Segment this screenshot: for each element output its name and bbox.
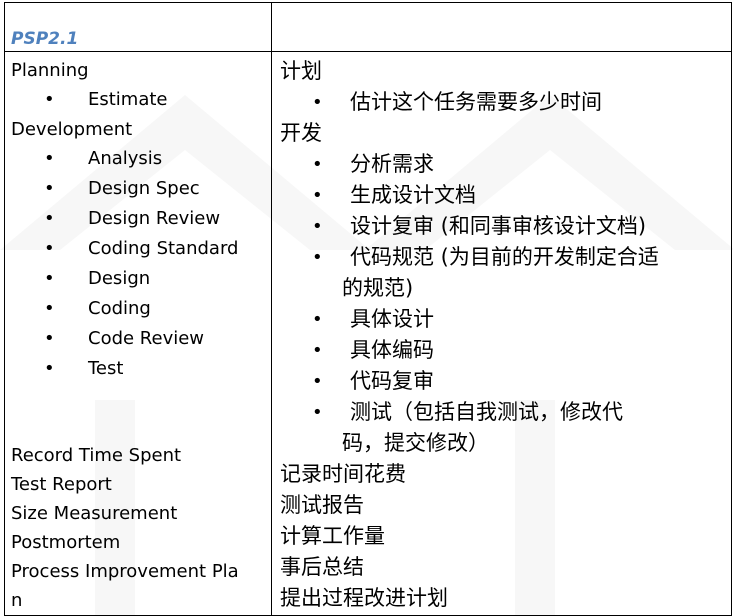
list-item: 提出过程改进计划 [280,586,448,610]
list-item: Estimate [11,85,271,115]
list-item: Coding Standard [11,234,271,264]
table-header-row: PSP2.1 [4,2,732,52]
header-cell-left: PSP2.1 [4,2,272,52]
list-item: Postmortem [11,532,121,553]
chinese-column: 计划 估计这个任务需要多少时间 开发 分析需求 生成设计文档 设计复审 (和同事… [271,51,732,616]
list-item: 估计这个任务需要多少时间 [280,87,731,118]
list-item: 具体设计 [280,304,731,335]
list-item: 测试（包括自我测试，修改代 码，提交修改） [280,397,731,459]
list-item: 生成设计文档 [280,180,731,211]
planning-heading: Planning [11,60,89,81]
list-item: 代码规范 (为目前的开发制定合适 的规范) [280,242,731,304]
list-item-line: 代码规范 (为目前的开发制定合适 [350,245,659,269]
list-item: 事后总结 [280,555,364,579]
english-column: Planning Estimate Development Analysis D… [4,51,272,616]
list-item: 记录时间花费 [280,462,406,486]
list-item-continuation: 的规范) [342,276,414,300]
psp-table: PSP2.1 Planning Estimate Development Ana… [4,2,732,616]
list-item: 设计复审 (和同事审核设计文档) [280,211,731,242]
list-item: 计算工作量 [280,524,385,548]
table-content-row: Planning Estimate Development Analysis D… [4,51,732,616]
list-item: Design Review [11,204,271,234]
list-item: Test Report [11,474,112,495]
list-item: Test [11,354,271,384]
list-item: 具体编码 [280,335,731,366]
development-heading: Development [11,119,133,140]
planning-heading: 计划 [280,59,322,83]
list-item: Size Measurement [11,503,178,524]
list-item: n [11,590,23,611]
list-item: Analysis [11,144,271,174]
list-item: Record Time Spent [11,445,182,466]
list-item: 分析需求 [280,149,731,180]
list-item-line: 测试（包括自我测试，修改代 [350,400,623,424]
list-item: Design Spec [11,174,271,204]
header-cell-right [271,2,732,52]
list-item: Process Improvement Pla [11,561,239,582]
list-item: 测试报告 [280,493,364,517]
list-item: Coding [11,294,271,324]
list-item: Code Review [11,324,271,354]
psp-version-label: PSP2.1 [11,29,79,49]
development-heading: 开发 [280,121,322,145]
list-item: 代码复审 [280,366,731,397]
list-item: Design [11,264,271,294]
list-item-continuation: 码，提交修改） [342,431,489,455]
